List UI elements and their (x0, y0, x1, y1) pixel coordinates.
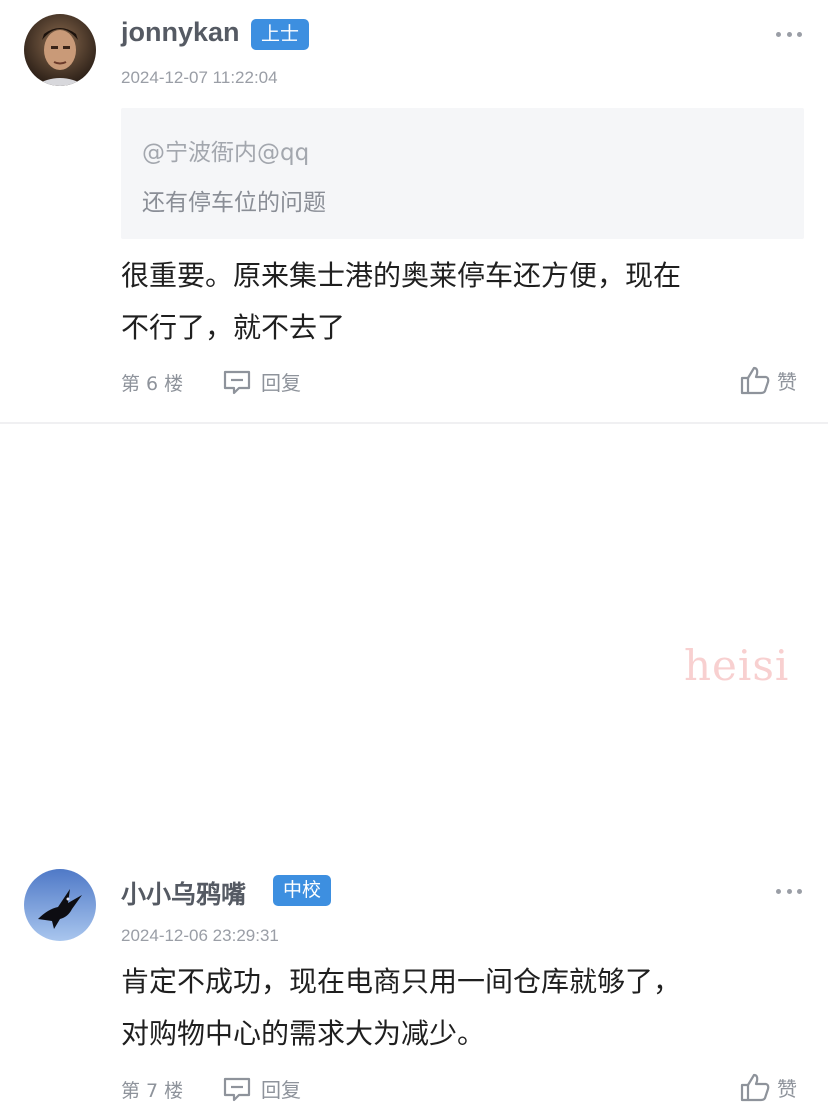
thumbs-up-icon (740, 1073, 770, 1102)
post-body-line: 肯定不成功，现在电商只用一间仓库就够了， (121, 965, 682, 998)
more-options-icon[interactable] (776, 887, 802, 895)
avatar[interactable] (24, 869, 96, 941)
quote-mention[interactable]: @宁波衙内@qq (142, 133, 309, 167)
post-item: jonnykan 上士 2024-12-07 11:22:04 @宁波衙内@qq… (0, 0, 828, 422)
thumbs-up-icon (740, 366, 770, 395)
divider (0, 422, 828, 424)
post-body: 肯定不成功，现在电商只用一间仓库就够了， 对购物中心的需求大为减少。 (121, 956, 681, 1060)
like-label: 赞 (777, 369, 797, 394)
reply-label: 回复 (261, 371, 301, 395)
like-button[interactable]: 赞 (739, 364, 797, 396)
timestamp: 2024-12-06 23:29:31 (121, 926, 279, 945)
username[interactable]: 小小乌鸦嘴 (121, 875, 246, 911)
comment-icon (223, 370, 251, 394)
rank-badge: 中校 (273, 875, 332, 906)
reply-label: 回复 (261, 1078, 301, 1102)
reply-button[interactable]: 回复 (222, 367, 301, 396)
floor-number: 第 7 楼 (121, 1080, 184, 1102)
avatar[interactable] (24, 14, 96, 86)
quote-text: 还有停车位的问题 (142, 190, 326, 216)
rank-badge: 上士 (251, 19, 310, 50)
post-body-line: 很重要。原来集士港的奥莱停车还方便，现在 (121, 259, 682, 292)
like-button[interactable]: 赞 (739, 1071, 797, 1103)
username[interactable]: jonnykan (121, 17, 240, 48)
quoted-reply: @宁波衙内@qq 还有停车位的问题 (121, 108, 804, 239)
like-label: 赞 (777, 1076, 797, 1101)
post-body: 很重要。原来集士港的奥莱停车还方便，现在 不行了，就不去了 (121, 250, 681, 354)
more-options-icon[interactable] (776, 30, 802, 38)
reply-button[interactable]: 回复 (222, 1074, 301, 1103)
comment-icon (223, 1077, 251, 1101)
floor-number: 第 6 楼 (121, 373, 184, 395)
timestamp: 2024-12-07 11:22:04 (121, 68, 278, 87)
post-body-line: 不行了，就不去了 (121, 311, 346, 344)
watermark: heisi (684, 641, 790, 690)
post-body-line: 对购物中心的需求大为减少。 (121, 1017, 486, 1050)
